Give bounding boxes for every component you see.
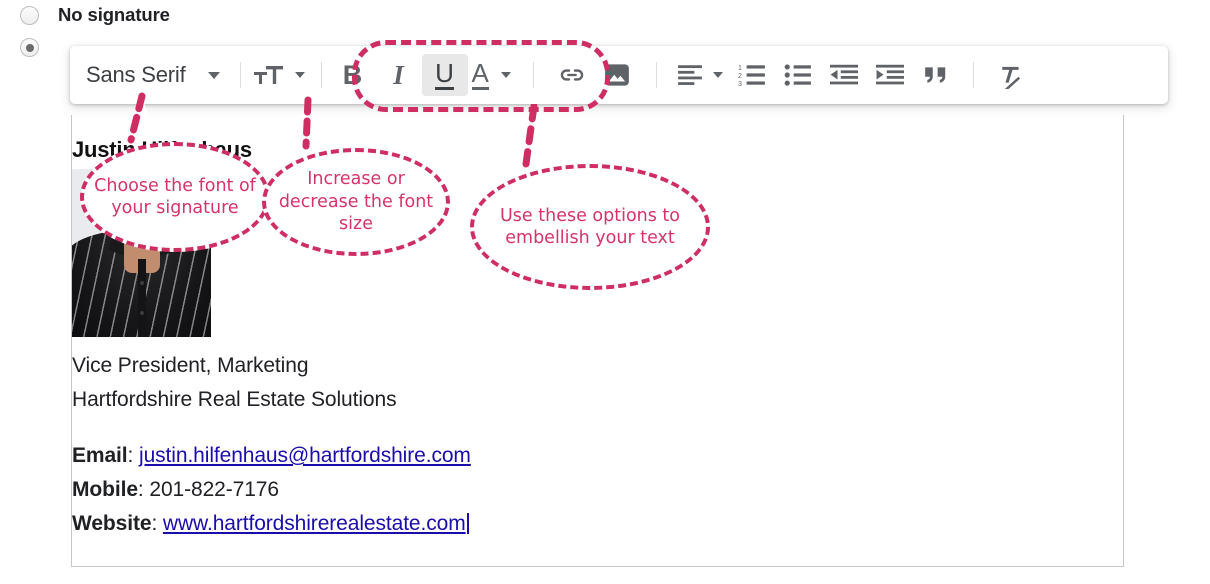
contact-value-mobile: 201-822-7176 xyxy=(149,478,279,502)
indent-decrease-icon xyxy=(829,64,858,85)
annotation-bubble-font: Choose the font of your signature xyxy=(80,142,270,252)
radio-selected-icon[interactable] xyxy=(20,38,39,57)
annotation-bubble-format: Use these options to embellish your text xyxy=(470,164,710,290)
font-size-button[interactable] xyxy=(249,54,313,96)
radio-unselected-icon[interactable] xyxy=(20,5,39,25)
svg-text:2: 2 xyxy=(738,73,742,80)
indent-increase-icon xyxy=(875,64,904,85)
remove-formatting-icon xyxy=(1001,66,1020,89)
insert-image-button[interactable] xyxy=(594,54,640,96)
toolbar-divider xyxy=(972,62,974,88)
radio-row-use-signature[interactable] xyxy=(20,38,58,57)
underline-icon: U xyxy=(435,58,454,90)
italic-icon: I xyxy=(393,59,404,90)
numbered-list-button[interactable]: 1 2 3 xyxy=(729,54,775,96)
contact-label-email: Email xyxy=(72,444,128,468)
increase-indent-button[interactable] xyxy=(867,54,913,96)
radio-label-no-signature: No signature xyxy=(58,4,170,25)
text-color-button[interactable]: A xyxy=(468,54,517,96)
chevron-down-icon xyxy=(207,71,220,79)
svg-text:1: 1 xyxy=(738,65,742,72)
decrease-indent-button[interactable] xyxy=(821,54,867,96)
signature-blank-line xyxy=(72,417,1123,439)
bold-button[interactable]: B xyxy=(330,54,376,96)
align-button[interactable] xyxy=(673,54,729,96)
contact-value-email[interactable]: justin.hilfenhaus@hartfordshire.com xyxy=(139,444,471,467)
remove-formatting-button[interactable] xyxy=(988,54,1034,96)
signature-company: Hartfordshire Real Estate Solutions xyxy=(72,388,397,412)
annotation-text-font: Choose the font of your signature xyxy=(94,175,256,218)
insert-link-button[interactable] xyxy=(550,54,594,96)
image-icon xyxy=(604,64,629,86)
contact-separator: : xyxy=(151,512,163,536)
toolbar-divider xyxy=(320,62,322,88)
formatting-toolbar: Sans Serif B I U A 1 2 3 xyxy=(70,46,1168,104)
toolbar-divider xyxy=(655,62,657,88)
contact-label-website: Website xyxy=(72,512,152,536)
chevron-down-icon xyxy=(294,72,305,78)
chevron-down-icon xyxy=(712,72,723,78)
annotation-text-format: Use these options to embellish your text xyxy=(499,205,680,248)
font-size-icon xyxy=(253,66,283,84)
align-left-icon xyxy=(677,65,702,85)
bulleted-list-button[interactable] xyxy=(775,54,821,96)
signature-contact-email: Email: justin.hilfenhaus@hartfordshire.c… xyxy=(72,439,1123,473)
text-color-icon: A xyxy=(471,58,489,90)
contact-separator: : xyxy=(137,478,150,502)
signature-contact-website: Website: www.hartfordshirerealestate.com xyxy=(72,507,1123,541)
signature-job-title: Vice President, Marketing xyxy=(72,354,309,377)
link-icon xyxy=(560,69,584,81)
signature-contact-mobile: Mobile: 201-822-7176 xyxy=(72,473,1123,507)
quote-button[interactable] xyxy=(913,54,959,96)
chevron-down-icon xyxy=(500,72,511,78)
italic-button[interactable]: I xyxy=(376,54,422,96)
annotation-text-size: Increase or decrease the font size xyxy=(278,169,434,235)
annotation-bubble-size: Increase or decrease the font size xyxy=(262,148,450,256)
radio-row-no-signature[interactable]: No signature xyxy=(20,4,170,26)
contact-separator: : xyxy=(127,444,140,468)
quote-icon xyxy=(925,67,946,83)
signature-settings-panel: No signature Sans Serif B I U A 1 2 3 Ju… xyxy=(0,0,1210,584)
bold-icon: B xyxy=(342,59,363,90)
numbered-list-icon: 1 2 3 xyxy=(738,65,765,87)
underline-button[interactable]: U xyxy=(421,54,468,96)
bulleted-list-icon xyxy=(784,64,811,86)
svg-text:3: 3 xyxy=(738,81,742,87)
contact-label-mobile: Mobile xyxy=(72,478,138,502)
font-family-value: Sans Serif xyxy=(86,62,186,87)
text-cursor xyxy=(466,513,469,535)
toolbar-divider xyxy=(532,62,534,88)
contact-value-website[interactable]: www.hartfordshirerealestate.com xyxy=(163,512,466,535)
toolbar-divider xyxy=(239,62,241,88)
